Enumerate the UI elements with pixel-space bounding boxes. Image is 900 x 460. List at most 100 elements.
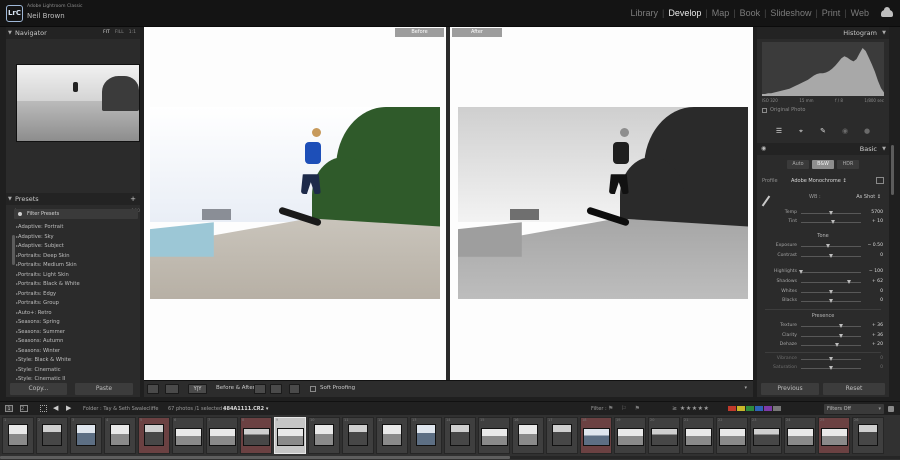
color-label-chip[interactable] [728,406,736,411]
whites-track[interactable] [801,290,861,294]
treatment-auto-button[interactable]: Auto [787,160,809,169]
previous-button[interactable]: Previous [761,383,819,395]
vibrance-handle[interactable] [828,357,833,361]
exposure-slider[interactable]: Exposure − 0.50 [757,242,889,251]
histogram-header[interactable]: Histogram ▼ [757,27,889,39]
filmstrip-thumbnail[interactable]: 9 [274,417,306,454]
color-label-chip[interactable] [773,406,781,411]
flag-filter-icons[interactable]: ⚑ ⚐ ⚑ [608,405,643,412]
dehaze-value[interactable]: + 20 [872,342,883,347]
swap-before-after-button[interactable] [289,384,300,394]
preset-item[interactable]: Portraits: Edgy [16,289,138,299]
blacks-track[interactable] [801,299,861,303]
preset-item[interactable]: Seasons: Summer [16,327,138,337]
shadows-value[interactable]: + 62 [872,279,883,284]
forward-arrow-icon[interactable]: ▶ [66,404,71,412]
right-panel-scrollbar[interactable] [891,145,894,195]
profile-dropdown[interactable]: Adobe Monochrome ↕ [791,178,847,184]
filmstrip-thumbnail[interactable]: 4 [104,417,136,454]
temp-handle[interactable] [828,211,833,215]
masking-icon[interactable]: ● [863,127,872,136]
exposure-handle[interactable] [825,244,830,248]
panel-visibility-eye-icon[interactable]: ◉ [761,146,766,152]
vibrance-track[interactable] [801,357,861,361]
crop-icon[interactable]: ⌖ [797,127,806,136]
filmstrip-thumbnail[interactable]: 15 [478,417,510,454]
filmstrip-thumbnail[interactable]: 25 [818,417,850,454]
collapse-triangle-icon[interactable]: ▼ [8,193,12,205]
edit-sliders-icon[interactable]: ☰ [775,127,784,136]
before-after-view-button[interactable] [165,384,179,394]
back-arrow-icon[interactable]: ◀ [53,404,58,412]
filter-presets-field[interactable]: Filter Presets [14,209,138,219]
wb-dropdown[interactable]: As Shot ↕ [856,194,881,200]
highlights-track[interactable] [798,270,861,274]
main-window-button[interactable]: 1 [5,405,13,412]
preset-item[interactable]: Auto+: Retro [16,308,138,318]
collapse-triangle-icon[interactable]: ▼ [8,27,12,39]
filmstrip-thumbnail[interactable]: 16 [512,417,544,454]
filmstrip-scrollbar[interactable] [0,456,510,459]
filmstrip-thumbnail[interactable]: 2 [36,417,68,454]
filmstrip-thumbnail[interactable]: 23 [750,417,782,454]
filmstrip-thumbnail[interactable]: 7 [206,417,238,454]
saturation-track[interactable] [801,366,861,370]
clarity-slider[interactable]: Clarity + 36 [757,332,889,341]
zoom-fill[interactable]: FILL [115,27,124,39]
dehaze-track[interactable] [801,343,861,347]
filmstrip-thumbnail[interactable]: 3 [70,417,102,454]
filters-off-dropdown[interactable]: Filters Off [824,404,884,414]
texture-handle[interactable] [839,324,844,328]
after-photo[interactable] [458,107,748,299]
blacks-slider[interactable]: Blacks 0 [757,297,889,306]
preset-item[interactable]: Portraits: Deep Skin [16,251,138,261]
toolbar-menu-icon[interactable]: ▾ [744,385,747,391]
highlights-handle[interactable] [798,270,803,274]
whites-value[interactable]: 0 [880,289,883,294]
shadows-track[interactable] [801,280,861,284]
filmstrip-thumbnail[interactable]: 13 [410,417,442,454]
filmstrip-thumbnail[interactable]: 24 [784,417,816,454]
preset-item[interactable]: Adaptive: Subject [16,241,138,251]
presets-scrollbar[interactable] [12,235,15,265]
preset-item[interactable]: Seasons: Winter [16,346,138,356]
before-after-mode-dropdown[interactable]: Y|Y [188,384,207,394]
preset-item[interactable]: Portraits: Black & White [16,279,138,289]
filmstrip-thumbnail[interactable]: 20 [648,417,680,454]
filmstrip-thumbnail[interactable]: 17 [546,417,578,454]
contrast-slider[interactable]: Contrast 0 [757,252,889,261]
source-folder-label[interactable]: Folder : Tay & Seth Swalecliffe [83,406,158,412]
shadows-slider[interactable]: Shadows + 62 [757,278,889,287]
contrast-track[interactable] [801,254,861,258]
module-develop[interactable]: Develop [665,8,704,18]
filmstrip-thumbnail[interactable]: 6 [172,417,204,454]
red-eye-icon[interactable]: ◉ [841,127,850,136]
cloud-icon[interactable] [881,7,893,17]
treatment-bw-button[interactable]: B&W [812,160,834,169]
highlights-slider[interactable]: Highlights − 100 [757,268,889,277]
filmstrip-thumbnail[interactable]: 8 [240,417,272,454]
exposure-value[interactable]: − 0.50 [867,243,883,248]
clarity-value[interactable]: + 36 [872,333,883,338]
healing-brush-icon[interactable]: ✎ [819,127,828,136]
module-web[interactable]: Web [848,8,872,18]
grid-view-icon[interactable] [40,405,47,412]
collapse-triangle-icon[interactable]: ▼ [882,27,886,39]
blacks-handle[interactable] [828,299,833,303]
add-preset-button[interactable]: + [130,193,136,205]
preset-item[interactable]: Seasons: Autumn [16,336,138,346]
module-library[interactable]: Library [627,8,661,18]
tint-slider[interactable]: Tint + 10 [757,218,889,227]
navigator-header[interactable]: ▼ Navigator FIT FILL 1:1 [6,27,140,39]
vibrance-value[interactable]: 0 [880,356,883,361]
tint-value[interactable]: + 10 [872,219,883,224]
preset-item[interactable]: Portraits: Group [16,298,138,308]
filmstrip-thumbnail[interactable]: 22 [716,417,748,454]
preset-item[interactable]: Adaptive: Sky [16,232,138,242]
filmstrip-thumbnail[interactable]: 26 [852,417,884,454]
color-label-chip[interactable] [764,406,772,411]
treatment-hdr-button[interactable]: HDR [837,160,859,169]
texture-slider[interactable]: Texture + 36 [757,322,889,331]
texture-track[interactable] [801,324,861,328]
module-book[interactable]: Book [737,8,764,18]
